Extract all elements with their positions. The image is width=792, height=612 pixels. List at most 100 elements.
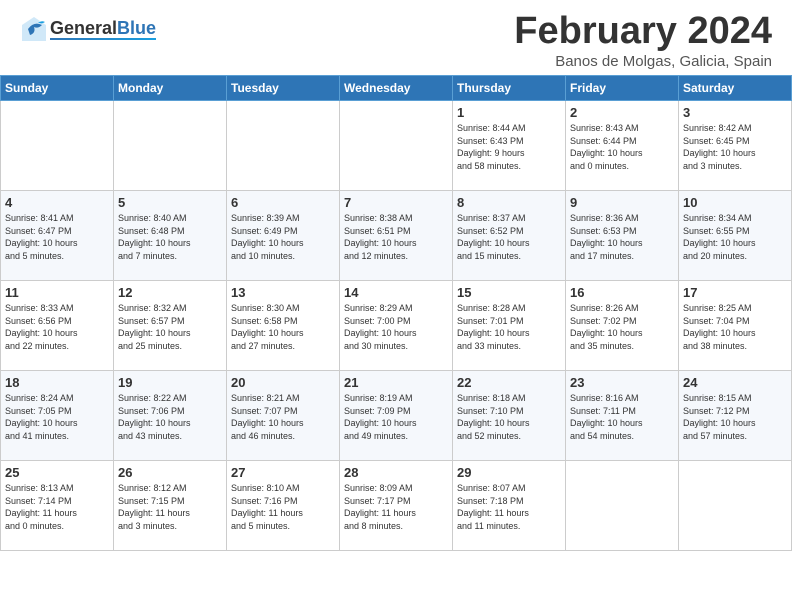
day-info: Sunrise: 8:40 AMSunset: 6:48 PMDaylight:… [118, 212, 222, 262]
day-number: 15 [457, 285, 561, 300]
day-info: Sunrise: 8:30 AMSunset: 6:58 PMDaylight:… [231, 302, 335, 352]
day-number: 25 [5, 465, 109, 480]
day-info: Sunrise: 8:32 AMSunset: 6:57 PMDaylight:… [118, 302, 222, 352]
calendar-cell: 17 Sunrise: 8:25 AMSunset: 7:04 PMDayligh… [679, 281, 792, 371]
calendar-cell: 18 Sunrise: 8:24 AMSunset: 7:05 PMDayligh… [1, 371, 114, 461]
day-info: Sunrise: 8:26 AMSunset: 7:02 PMDaylight:… [570, 302, 674, 352]
day-number: 24 [683, 375, 787, 390]
calendar-cell [114, 101, 227, 191]
calendar-cell: 4 Sunrise: 8:41 AMSunset: 6:47 PMDaylight… [1, 191, 114, 281]
day-number: 20 [231, 375, 335, 390]
day-number: 6 [231, 195, 335, 210]
day-info: Sunrise: 8:33 AMSunset: 6:56 PMDaylight:… [5, 302, 109, 352]
day-info: Sunrise: 8:29 AMSunset: 7:00 PMDaylight:… [344, 302, 448, 352]
calendar-cell: 9Sunrise: 8:36 AMSunset: 6:53 PMDaylight… [566, 191, 679, 281]
day-number: 5 [118, 195, 222, 210]
week-row-5: 25 Sunrise: 8:13 AMSunset: 7:14 PMDayligh… [1, 461, 792, 551]
day-info: Sunrise: 8:07 AMSunset: 7:18 PMDaylight:… [457, 482, 561, 532]
day-number: 27 [231, 465, 335, 480]
calendar-cell: 1 Sunrise: 8:44 AMSunset: 6:43 PMDaylight… [453, 101, 566, 191]
day-number: 4 [5, 195, 109, 210]
day-info: Sunrise: 8:16 AMSunset: 7:11 PMDaylight:… [570, 392, 674, 442]
calendar-cell: 24 Sunrise: 8:15 AMSunset: 7:12 PMDayligh… [679, 371, 792, 461]
calendar-cell: 10 Sunrise: 8:34 AMSunset: 6:55 PMDayligh… [679, 191, 792, 281]
day-number: 12 [118, 285, 222, 300]
calendar-subtitle: Banos de Molgas, Galicia, Spain [514, 53, 772, 70]
day-number: 3 [683, 105, 787, 120]
day-info: Sunrise: 8:25 AMSunset: 7:04 PMDaylight:… [683, 302, 787, 352]
week-row-1: 1 Sunrise: 8:44 AMSunset: 6:43 PMDaylight… [1, 101, 792, 191]
day-number: 1 [457, 105, 561, 120]
calendar-cell: 16Sunrise: 8:26 AMSunset: 7:02 PMDayligh… [566, 281, 679, 371]
page-header: GeneralBlue February 2024 Banos de Molga… [0, 0, 792, 75]
day-info: Sunrise: 8:19 AMSunset: 7:09 PMDaylight:… [344, 392, 448, 442]
day-info: Sunrise: 8:28 AMSunset: 7:01 PMDaylight:… [457, 302, 561, 352]
calendar-title: February 2024 [514, 10, 772, 53]
day-number: 7 [344, 195, 448, 210]
calendar-cell: 2 Sunrise: 8:43 AMSunset: 6:44 PMDaylight… [566, 101, 679, 191]
day-info: Sunrise: 8:15 AMSunset: 7:12 PMDaylight:… [683, 392, 787, 442]
calendar-cell: 27 Sunrise: 8:10 AMSunset: 7:16 PMDayligh… [227, 461, 340, 551]
day-number: 14 [344, 285, 448, 300]
calendar-cell: 22 Sunrise: 8:18 AMSunset: 7:10 PMDayligh… [453, 371, 566, 461]
header-sunday: Sunday [1, 76, 114, 101]
calendar-cell: 14 Sunrise: 8:29 AMSunset: 7:00 PMDayligh… [340, 281, 453, 371]
day-number: 22 [457, 375, 561, 390]
day-info: Sunrise: 8:13 AMSunset: 7:14 PMDaylight:… [5, 482, 109, 532]
day-info: Sunrise: 8:42 AMSunset: 6:45 PMDaylight:… [683, 122, 787, 172]
header-thursday: Thursday [453, 76, 566, 101]
day-info: Sunrise: 8:34 AMSunset: 6:55 PMDaylight:… [683, 212, 787, 262]
calendar-cell: 26Sunrise: 8:12 AMSunset: 7:15 PMDayligh… [114, 461, 227, 551]
day-info: Sunrise: 8:22 AMSunset: 7:06 PMDaylight:… [118, 392, 222, 442]
weekday-header-row: Sunday Monday Tuesday Wednesday Thursday… [1, 76, 792, 101]
day-info: Sunrise: 8:43 AMSunset: 6:44 PMDaylight:… [570, 122, 674, 172]
day-info: Sunrise: 8:44 AMSunset: 6:43 PMDaylight:… [457, 122, 561, 172]
day-number: 11 [5, 285, 109, 300]
calendar-cell: 20 Sunrise: 8:21 AMSunset: 7:07 PMDayligh… [227, 371, 340, 461]
logo-icon [20, 15, 48, 43]
calendar-cell: 5 Sunrise: 8:40 AMSunset: 6:48 PMDaylight… [114, 191, 227, 281]
calendar-cell [1, 101, 114, 191]
header-wednesday: Wednesday [340, 76, 453, 101]
calendar-cell: 6 Sunrise: 8:39 AMSunset: 6:49 PMDaylight… [227, 191, 340, 281]
logo-general-text: General [50, 18, 117, 38]
calendar-cell: 13 Sunrise: 8:30 AMSunset: 6:58 PMDayligh… [227, 281, 340, 371]
day-number: 23 [570, 375, 674, 390]
calendar-cell: 15 Sunrise: 8:28 AMSunset: 7:01 PMDayligh… [453, 281, 566, 371]
day-info: Sunrise: 8:24 AMSunset: 7:05 PMDaylight:… [5, 392, 109, 442]
day-number: 10 [683, 195, 787, 210]
calendar-cell [566, 461, 679, 551]
calendar-cell: 19 Sunrise: 8:22 AMSunset: 7:06 PMDayligh… [114, 371, 227, 461]
day-info: Sunrise: 8:37 AMSunset: 6:52 PMDaylight:… [457, 212, 561, 262]
week-row-4: 18 Sunrise: 8:24 AMSunset: 7:05 PMDayligh… [1, 371, 792, 461]
calendar-cell [227, 101, 340, 191]
day-number: 29 [457, 465, 561, 480]
day-info: Sunrise: 8:21 AMSunset: 7:07 PMDaylight:… [231, 392, 335, 442]
day-number: 2 [570, 105, 674, 120]
calendar-cell: 23 Sunrise: 8:16 AMSunset: 7:11 PMDayligh… [566, 371, 679, 461]
day-number: 13 [231, 285, 335, 300]
calendar-cell: 29 Sunrise: 8:07 AMSunset: 7:18 PMDayligh… [453, 461, 566, 551]
day-info: Sunrise: 8:39 AMSunset: 6:49 PMDaylight:… [231, 212, 335, 262]
calendar-cell: 28Sunrise: 8:09 AMSunset: 7:17 PMDayligh… [340, 461, 453, 551]
header-saturday: Saturday [679, 76, 792, 101]
day-info: Sunrise: 8:09 AMSunset: 7:17 PMDaylight:… [344, 482, 448, 532]
calendar-table: Sunday Monday Tuesday Wednesday Thursday… [0, 75, 792, 551]
logo: GeneralBlue [20, 15, 156, 43]
day-info: Sunrise: 8:36 AMSunset: 6:53 PMDaylight:… [570, 212, 674, 262]
header-tuesday: Tuesday [227, 76, 340, 101]
title-section: February 2024 Banos de Molgas, Galicia, … [514, 10, 772, 70]
day-number: 18 [5, 375, 109, 390]
header-monday: Monday [114, 76, 227, 101]
day-info: Sunrise: 8:12 AMSunset: 7:15 PMDaylight:… [118, 482, 222, 532]
day-info: Sunrise: 8:18 AMSunset: 7:10 PMDaylight:… [457, 392, 561, 442]
calendar-cell: 25 Sunrise: 8:13 AMSunset: 7:14 PMDayligh… [1, 461, 114, 551]
day-number: 17 [683, 285, 787, 300]
calendar-cell: 7Sunrise: 8:38 AMSunset: 6:51 PMDaylight… [340, 191, 453, 281]
week-row-3: 11 Sunrise: 8:33 AMSunset: 6:56 PMDayligh… [1, 281, 792, 371]
day-number: 19 [118, 375, 222, 390]
calendar-cell [679, 461, 792, 551]
day-info: Sunrise: 8:41 AMSunset: 6:47 PMDaylight:… [5, 212, 109, 262]
calendar-cell [340, 101, 453, 191]
day-info: Sunrise: 8:10 AMSunset: 7:16 PMDaylight:… [231, 482, 335, 532]
